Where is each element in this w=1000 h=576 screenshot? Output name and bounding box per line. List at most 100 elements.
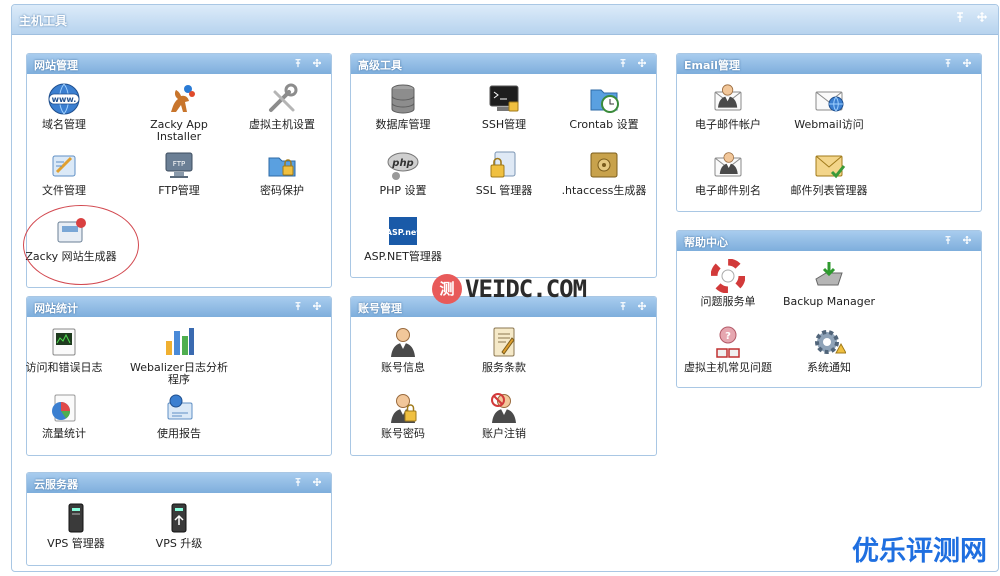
move-icon[interactable] xyxy=(637,58,647,68)
panel-title: 高级工具 xyxy=(358,59,402,72)
move-icon[interactable] xyxy=(312,477,322,487)
tool-label: 访问和错误日志 xyxy=(25,361,103,374)
tool-usage-report[interactable]: 使用报告 xyxy=(129,391,229,440)
move-icon[interactable] xyxy=(312,301,322,311)
panel-header: 云服务器 xyxy=(27,473,331,493)
panel-title: 云服务器 xyxy=(34,478,78,491)
tool-backup-manager[interactable]: Backup Manager xyxy=(779,259,879,308)
globe-icon: www. xyxy=(48,83,80,115)
tool-label: SSH管理 xyxy=(481,118,527,131)
tool-label: 流量统计 xyxy=(42,427,86,440)
ftp-monitor-icon: FTP xyxy=(165,152,193,178)
tool-webmail-access[interactable]: Webmail访问 xyxy=(779,82,879,131)
safe-icon xyxy=(590,152,618,178)
tool-webalizer[interactable]: Webalizer日志分析程序 xyxy=(129,325,229,386)
email-account-icon xyxy=(711,82,745,116)
tool-label: 虚拟主机设置 xyxy=(249,118,315,131)
panel-header: 网站统计 xyxy=(27,297,331,317)
tool-account-info[interactable]: 账号信息 xyxy=(353,325,453,374)
pie-chart-icon xyxy=(52,394,76,422)
tool-label: 账号密码 xyxy=(381,427,425,440)
tool-aspnet-manager[interactable]: ASP.net ASP.NET管理器 xyxy=(353,214,453,263)
panel-help-center: 帮助中心 问题服务单 Backup Manager ? 虚拟主机常见问题 系统通… xyxy=(676,230,982,388)
tool-label: VPS 管理器 xyxy=(47,537,105,550)
wrench-icon xyxy=(269,83,298,112)
tool-mailing-list-manager[interactable]: 邮件列表管理器 xyxy=(779,148,879,197)
pin-icon[interactable] xyxy=(943,235,953,245)
tool-label: Webalizer日志分析程序 xyxy=(130,361,228,386)
crontab-clock-icon xyxy=(590,89,619,113)
tool-database-management[interactable]: 数据库管理 xyxy=(353,82,453,131)
tool-hosting-faq[interactable]: ? 虚拟主机常见问题 xyxy=(678,325,778,374)
tool-domain-management[interactable]: www. 域名管理 xyxy=(14,82,114,131)
tool-vps-upgrade[interactable]: VPS 升级 xyxy=(129,501,229,550)
tool-label: 文件管理 xyxy=(42,184,86,197)
page-title: 主机工具 xyxy=(19,14,68,28)
folder-lock-icon xyxy=(268,157,296,177)
move-icon[interactable] xyxy=(637,301,647,311)
pin-icon[interactable] xyxy=(954,11,966,23)
move-icon[interactable] xyxy=(312,58,322,68)
mailing-list-icon xyxy=(815,155,846,179)
tool-ssh-management[interactable]: SSH管理 xyxy=(454,82,554,131)
tool-label: 密码保护 xyxy=(260,184,304,197)
panel-cloud-server: 云服务器 VPS 管理器 VPS 升级 xyxy=(26,472,332,566)
document-icon xyxy=(493,327,515,357)
panel-website-statistics: 网站统计 访问和错误日志 Webalizer日志分析程序 流量统计 使用报告 xyxy=(26,296,332,456)
pin-icon[interactable] xyxy=(293,477,303,487)
panel-account-management: 账号管理 账号信息 服务条款 账号密码 账户注销 xyxy=(350,296,657,456)
pin-icon[interactable] xyxy=(293,58,303,68)
gear-icon xyxy=(815,330,846,354)
tool-label: FTP管理 xyxy=(158,184,200,197)
move-icon[interactable] xyxy=(976,11,988,23)
panel-title: Email管理 xyxy=(684,59,740,72)
tool-crontab-settings[interactable]: Crontab 设置 xyxy=(554,82,654,131)
tool-terms-of-service[interactable]: 服务条款 xyxy=(454,325,554,374)
tool-php-settings[interactable]: php PHP 设置 xyxy=(353,148,453,197)
watermark-center: 测 VEIDC.COM xyxy=(432,274,587,304)
pin-icon[interactable] xyxy=(618,58,628,68)
tool-vps-manager[interactable]: VPS 管理器 xyxy=(26,501,126,550)
tool-access-error-logs[interactable]: 访问和错误日志 xyxy=(14,325,114,374)
tool-label: 服务条款 xyxy=(482,361,526,374)
watermark-text: VEIDC.COM xyxy=(465,275,587,303)
user-remove-icon xyxy=(491,393,521,425)
tool-support-tickets[interactable]: 问题服务单 xyxy=(678,259,778,308)
tool-htaccess-generator[interactable]: .htaccess生成器 xyxy=(554,148,654,197)
tool-account-cancel[interactable]: 账户注销 xyxy=(454,391,554,440)
tool-file-management[interactable]: 文件管理 xyxy=(14,148,114,197)
ssl-certificate-icon xyxy=(490,151,516,178)
user-icon xyxy=(386,325,420,359)
lifebuoy-icon xyxy=(711,259,745,293)
tool-account-password[interactable]: 账号密码 xyxy=(353,391,453,440)
tool-label: .htaccess生成器 xyxy=(561,184,647,197)
tool-label: 使用报告 xyxy=(157,427,201,440)
backup-drive-icon xyxy=(815,262,843,286)
server-icon xyxy=(68,503,84,533)
tool-email-aliases[interactable]: 电子邮件别名 xyxy=(678,148,778,197)
pin-icon[interactable] xyxy=(943,58,953,68)
panel-email-management: Email管理 电子邮件帐户 Webmail访问 电子邮件别名 邮件列表管理器 xyxy=(676,53,982,212)
faq-icon: ? xyxy=(716,326,740,358)
move-icon[interactable] xyxy=(962,235,972,245)
panel-header: 帮助中心 xyxy=(677,231,981,251)
tool-ssl-manager[interactable]: SSL 管理器 xyxy=(454,148,554,197)
kangaroo-icon xyxy=(171,85,195,112)
tool-label: Crontab 设置 xyxy=(569,118,639,131)
tool-zacky-app-installer[interactable]: Zacky App Installer xyxy=(129,82,229,143)
tool-system-notices[interactable]: 系统通知 xyxy=(779,325,879,374)
tool-password-protection[interactable]: 密码保护 xyxy=(232,148,332,197)
tool-email-accounts[interactable]: 电子邮件帐户 xyxy=(678,82,778,131)
bar-chart-icon xyxy=(166,328,194,355)
log-chart-icon xyxy=(52,328,76,356)
tool-virtual-host-settings[interactable]: 虚拟主机设置 xyxy=(232,82,332,131)
tool-traffic-statistics[interactable]: 流量统计 xyxy=(14,391,114,440)
svg-text:www.: www. xyxy=(52,95,77,104)
database-icon xyxy=(391,84,415,114)
file-manager-icon xyxy=(52,155,76,177)
pin-icon[interactable] xyxy=(293,301,303,311)
pin-icon[interactable] xyxy=(618,301,628,311)
tool-label: 电子邮件帐户 xyxy=(695,118,761,131)
move-icon[interactable] xyxy=(962,58,972,68)
tool-ftp-management[interactable]: FTP FTP管理 xyxy=(129,148,229,197)
